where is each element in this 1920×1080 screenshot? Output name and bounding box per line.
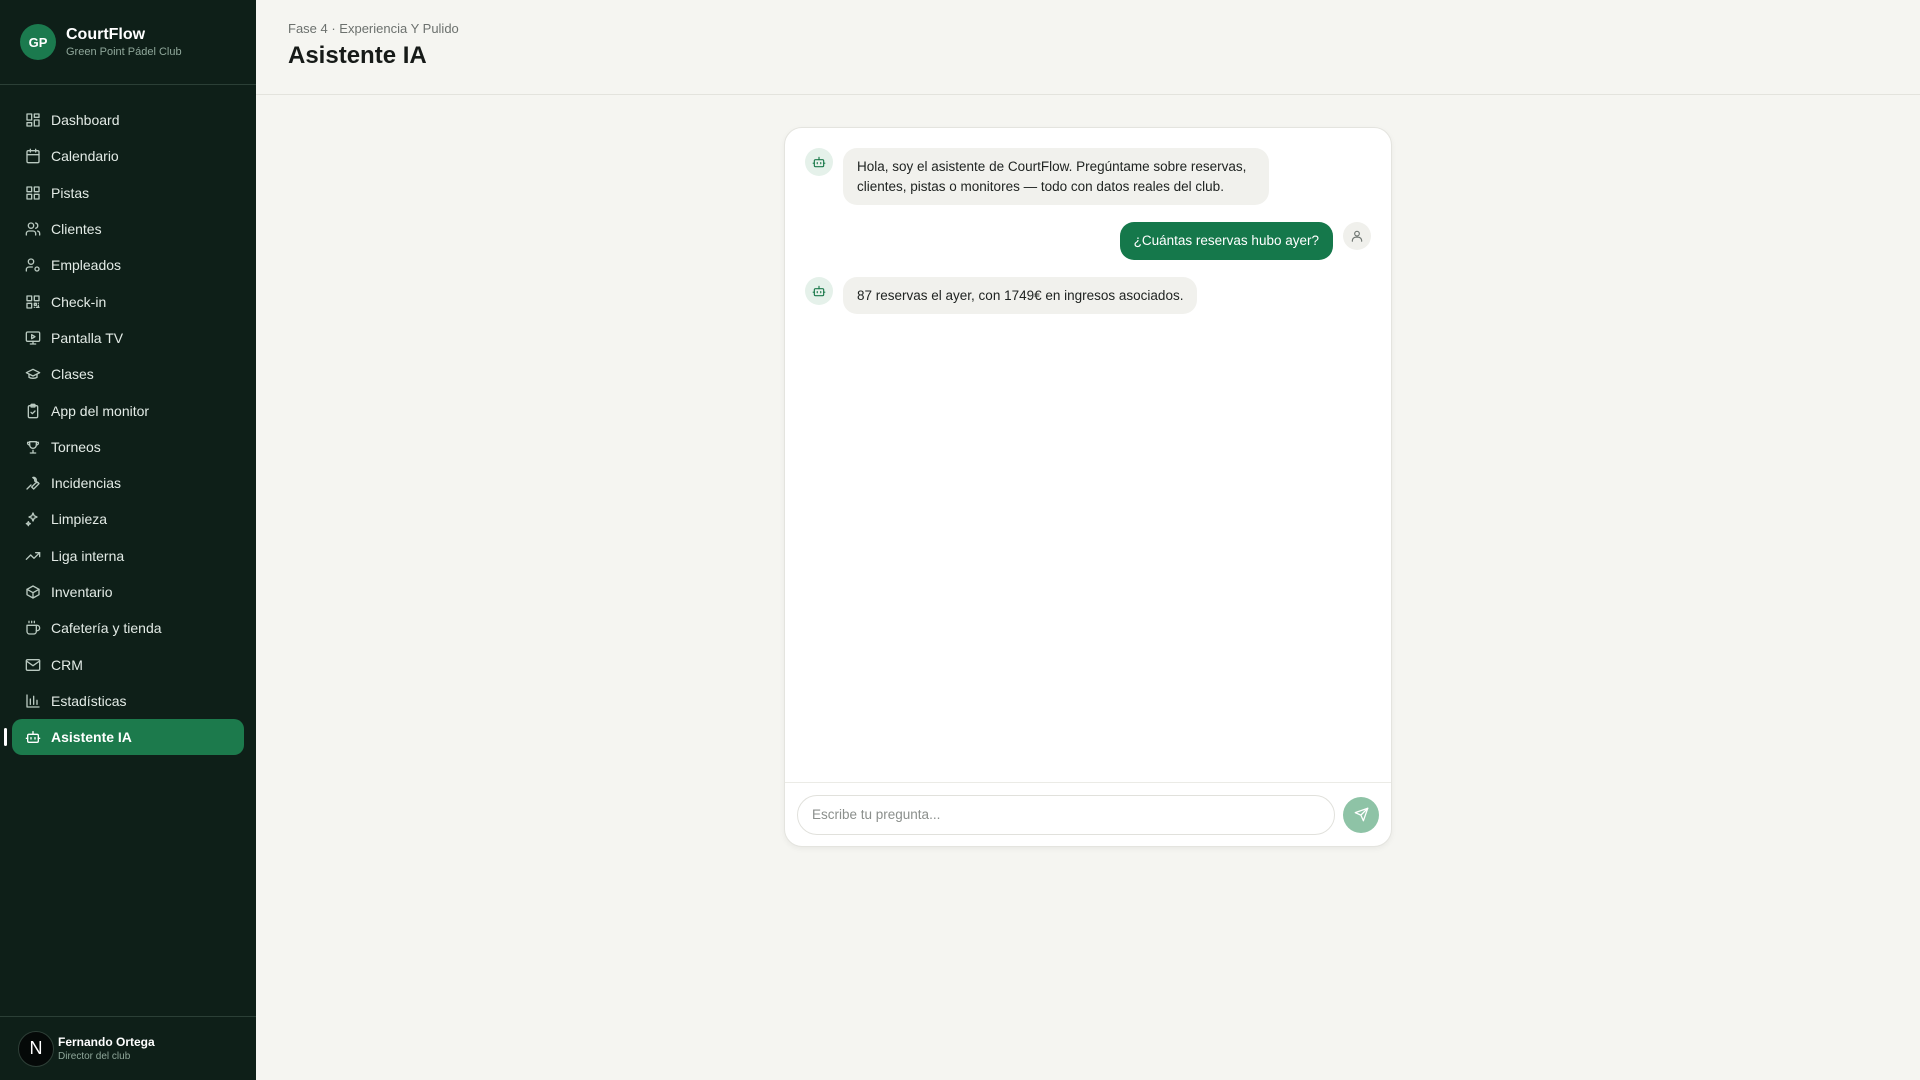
sidebar-item-label: Inventario xyxy=(51,584,113,600)
sidebar: GP CourtFlow Green Point Pádel Club Dash… xyxy=(0,0,256,1080)
grid-icon xyxy=(25,185,41,201)
sidebar-item-label: Check-in xyxy=(51,293,107,310)
calendar-icon xyxy=(25,148,41,164)
page-header: Fase 4 · Experiencia Y Pulido Asistente … xyxy=(256,0,1920,95)
user-text: Fernando Ortega Director del club xyxy=(58,1035,155,1062)
sidebar-item-limpieza[interactable]: Limpieza xyxy=(12,501,244,537)
sidebar-item-label: App del monitor xyxy=(51,402,150,419)
user-message: ¿Cuántas reservas hubo ayer? xyxy=(805,222,1371,260)
sidebar-item-label: Asistente IA xyxy=(51,729,132,746)
user-name: Fernando Ortega xyxy=(58,1035,155,1049)
brand-subtitle: Green Point Pádel Club xyxy=(66,46,182,58)
sidebar-item-dashboard[interactable]: Dashboard xyxy=(12,102,244,138)
brand-text: CourtFlow Green Point Pádel Club xyxy=(66,26,182,58)
sidebar-item-label: Cafetería y tienda xyxy=(51,620,162,637)
user-role: Director del club xyxy=(58,1051,131,1062)
sidebar-item-cafetería-y-tienda[interactable]: Cafetería y tienda xyxy=(12,610,244,646)
sidebar-item-calendario[interactable]: Calendario xyxy=(12,138,244,174)
chat-composer xyxy=(785,782,1391,846)
avatar: N xyxy=(18,1030,54,1067)
clipboard-icon xyxy=(25,403,41,419)
chat-input[interactable] xyxy=(797,794,1335,835)
sidebar-item-label: Clientes xyxy=(51,221,102,238)
send-icon xyxy=(1354,807,1369,822)
brand: GP CourtFlow Green Point Pádel Club xyxy=(0,0,256,85)
bot-icon xyxy=(25,729,41,745)
sidebar-item-label: Empleados xyxy=(51,257,122,274)
sidebar-item-label: Liga interna xyxy=(51,547,125,564)
sidebar-item-label: Torneos xyxy=(51,438,101,455)
sparkles-icon xyxy=(25,511,41,527)
sidebar-item-clases[interactable]: Clases xyxy=(12,356,244,392)
qr-icon xyxy=(25,294,41,310)
package-icon xyxy=(25,584,41,600)
wrench-icon xyxy=(25,475,41,491)
bar-chart-icon xyxy=(25,693,41,709)
bot-icon xyxy=(805,276,833,305)
sidebar-item-asistente-ia[interactable]: Asistente IA xyxy=(4,719,244,756)
brand-name: CourtFlow xyxy=(66,26,146,43)
sidebar-item-empleados[interactable]: Empleados xyxy=(12,247,244,283)
user-cog-icon xyxy=(25,257,41,273)
trophy-icon xyxy=(25,439,41,455)
sidebar-nav: Dashboard Calendario Pistas Clientes Emplead… xyxy=(0,85,256,756)
chat-messages[interactable]: Hola, soy el asistente de CourtFlow. Pre… xyxy=(785,128,1391,784)
user-icon xyxy=(1343,222,1371,250)
sidebar-item-pantalla-tv[interactable]: Pantalla TV xyxy=(12,320,244,356)
users-icon xyxy=(25,221,41,237)
sidebar-item-label: Pantalla TV xyxy=(51,329,124,346)
assistant-message: Hola, soy el asistente de CourtFlow. Pre… xyxy=(805,148,1371,205)
message-bubble: ¿Cuántas reservas hubo ayer? xyxy=(1119,222,1333,260)
sidebar-item-label: Estadísticas xyxy=(51,692,127,709)
sidebar-item-inventario[interactable]: Inventario xyxy=(12,574,244,610)
sidebar-item-liga-interna[interactable]: Liga interna xyxy=(12,538,244,574)
chat-panel: Hola, soy el asistente de CourtFlow. Pre… xyxy=(784,127,1392,847)
sidebar-item-crm[interactable]: CRM xyxy=(12,646,244,682)
sidebar-item-incidencias[interactable]: Incidencias xyxy=(12,465,244,501)
sidebar-item-app-del-monitor[interactable]: App del monitor xyxy=(12,392,244,428)
sidebar-item-torneos[interactable]: Torneos xyxy=(12,429,244,465)
sidebar-item-label: Dashboard xyxy=(51,112,120,129)
sidebar-item-estadísticas[interactable]: Estadísticas xyxy=(12,683,244,719)
sidebar-item-label: Limpieza xyxy=(51,511,108,528)
trending-up-icon xyxy=(25,548,41,564)
user-profile[interactable]: N Fernando Ortega Director del club xyxy=(0,1016,256,1080)
dashboard-icon xyxy=(25,112,41,128)
sidebar-item-label: Calendario xyxy=(51,148,119,165)
sidebar-item-label: Clases xyxy=(51,366,94,383)
graduation-cap-icon xyxy=(25,366,41,382)
message-bubble: Hola, soy el asistente de CourtFlow. Pre… xyxy=(843,148,1269,205)
send-button[interactable] xyxy=(1343,796,1379,833)
sidebar-item-clientes[interactable]: Clientes xyxy=(12,211,244,247)
sidebar-item-pistas[interactable]: Pistas xyxy=(12,175,244,211)
message-bubble: 87 reservas el ayer, con 1749€ en ingres… xyxy=(843,276,1198,314)
sidebar-item-label: Incidencias xyxy=(51,475,122,492)
coffee-icon xyxy=(25,620,41,636)
sidebar-item-check-in[interactable]: Check-in xyxy=(12,283,244,319)
sidebar-item-label: Pistas xyxy=(51,184,90,201)
brand-logo[interactable]: GP xyxy=(20,24,56,60)
breadcrumb: Fase 4 · Experiencia Y Pulido xyxy=(288,21,459,36)
tv-icon xyxy=(25,330,41,346)
page-title: Asistente IA xyxy=(288,42,427,69)
sidebar-item-label: CRM xyxy=(51,656,83,673)
bot-icon xyxy=(805,148,833,176)
mail-icon xyxy=(25,657,41,673)
assistant-message: 87 reservas el ayer, con 1749€ en ingres… xyxy=(805,276,1371,314)
